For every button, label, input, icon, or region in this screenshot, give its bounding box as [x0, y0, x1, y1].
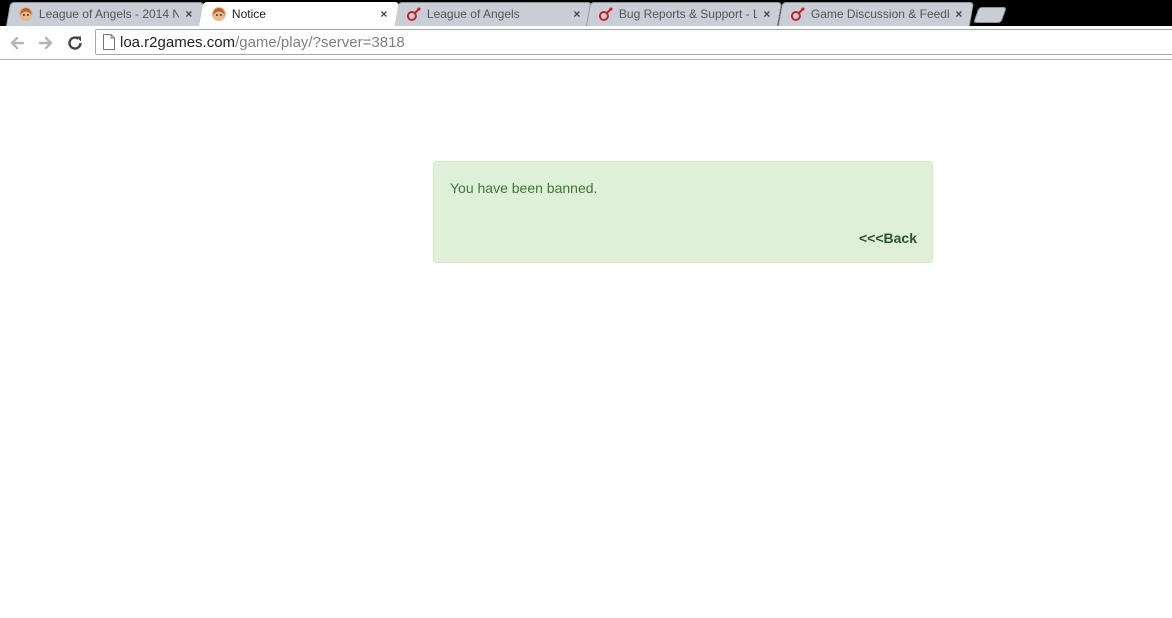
close-tab-icon[interactable]: × [952, 7, 966, 21]
url-path: /game/play/?server=3818 [235, 34, 405, 51]
page-icon [103, 34, 115, 50]
ban-message: You have been banned. [450, 180, 598, 196]
close-tab-icon[interactable]: × [182, 7, 196, 21]
back-link[interactable]: <<<Back [859, 230, 917, 246]
url-host: loa.r2games.com [120, 34, 236, 51]
r2-games-icon [790, 7, 805, 21]
tab-bug-reports-support[interactable]: Bug Reports & Support - L × [585, 2, 783, 26]
close-tab-icon[interactable]: × [570, 7, 584, 21]
angel-avatar-icon [18, 7, 33, 21]
tab-title: Notice [231, 7, 266, 21]
angel-avatar-icon [211, 7, 226, 21]
tab-title: League of Angels - 2014 N [38, 7, 179, 21]
ban-notice-alert: You have been banned. <<<Back [433, 161, 933, 263]
tab-league-of-angels-2014[interactable]: League of Angels - 2014 N × [5, 2, 205, 26]
reload-icon[interactable] [65, 33, 85, 53]
r2-games-icon [598, 7, 613, 21]
url-text: loa.r2games.com/game/play/?server=3818 [120, 34, 405, 52]
tab-title: Bug Reports & Support - L [618, 7, 757, 21]
tab-title: League of Angels [426, 7, 520, 21]
browser-toolbar: loa.r2games.com/game/play/?server=3818 [0, 26, 1172, 60]
tab-notice[interactable]: Notice × [198, 2, 400, 26]
forward-arrow-icon[interactable] [36, 33, 56, 53]
new-tab-button[interactable] [973, 7, 1007, 23]
tab-league-of-angels[interactable]: League of Angels × [393, 2, 593, 26]
tab-game-discussion-feedback[interactable]: Game Discussion & Feedb × [777, 2, 975, 26]
close-tab-icon[interactable]: × [760, 7, 774, 21]
tab-title: Game Discussion & Feedb [810, 7, 949, 21]
r2-games-icon [406, 7, 421, 21]
tab-strip: League of Angels - 2014 N × Notice × Lea… [0, 0, 1172, 26]
close-tab-icon[interactable]: × [377, 7, 391, 21]
address-bar[interactable]: loa.r2games.com/game/play/?server=3818 [95, 29, 1172, 55]
back-arrow-icon[interactable] [7, 33, 27, 53]
